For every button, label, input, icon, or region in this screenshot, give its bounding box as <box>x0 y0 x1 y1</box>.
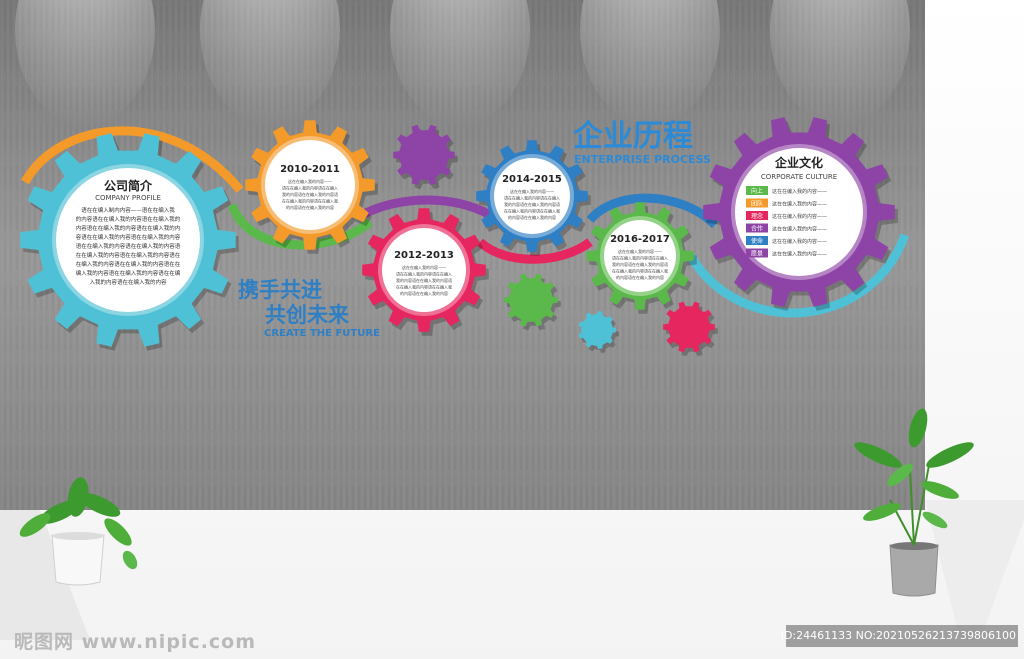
milestone-line: 这在在编入我的内容—— <box>402 264 446 270</box>
milestone-line: 这在在编入我的内容—— <box>288 178 332 184</box>
milestone-year: 2016-2017 <box>610 234 670 245</box>
milestone-2010-2011: 2010-2011 这在在编入我的内容——语在在编入我的内容语在在编入我的内容语在… <box>280 164 340 210</box>
profile-title: 公司简介 <box>104 178 153 193</box>
milestone-line: 这在在编入我的内容—— <box>618 248 662 254</box>
culture-tag: 团队 <box>751 200 763 208</box>
slogan-en: CREATE THE FUTURE <box>264 328 380 339</box>
wall-scene: 企业历程 ENTERPRISE PROCESS 携手共进 共创未来 CREATE… <box>0 0 1024 659</box>
milestone-2016-2017: 2016-2017 这在在编入我的内容——语在在编入我的内容语在在编入我的内容语在… <box>610 234 670 280</box>
milestone-year: 2014-2015 <box>502 174 562 185</box>
profile-body: 语在在编入制内内容——语在在编入我的内容语在在编入我的内容语在在编入我的内容语在… <box>76 206 181 286</box>
profile-subtitle: COMPANY PROFILE <box>95 194 161 202</box>
headline-title: 企业历程 <box>573 119 693 154</box>
slogan-line1: 携手共进 <box>238 278 322 302</box>
milestone-line: 我的内容语在在编入我的内容语 <box>504 201 560 207</box>
profile-line: 在在编入我的内容语在在编入我的内容语在 <box>76 251 181 259</box>
culture-subtitle: CORPORATE CULTURE <box>761 173 837 181</box>
culture-tag: 理念 <box>751 212 763 220</box>
milestone-2014-2015: 2014-2015 这在在编入我的内容——语在在编入我的内容语在在编入我的内容语在… <box>502 174 562 220</box>
milestone-line: 我的内容语在在编入我的内容语 <box>396 277 452 283</box>
milestone-line: 在在编入我的内容语在在编入我 <box>612 268 668 274</box>
culture-text: 这在在编入我的内容—— <box>772 251 827 258</box>
milestone-year: 2012-2013 <box>394 250 454 261</box>
slogan-line2: 共创未来 <box>265 303 350 327</box>
culture-tag: 向上 <box>751 187 763 195</box>
watermark-id: ID:24461133 NO:20210526213739806100 <box>780 629 1016 642</box>
culture-tag: 使命 <box>751 237 763 245</box>
culture-text: 这在在编入我的内容—— <box>772 213 827 220</box>
culture-tag: 合作 <box>751 225 763 233</box>
profile-line: 容语在在编入我的内容语在在编入我的内容 <box>76 233 181 241</box>
milestone-line: 的内容语在在编入我的内容 <box>400 290 448 296</box>
profile-line: 语在在编入制内内容——语在在编入我 <box>81 206 175 214</box>
milestone-year: 2010-2011 <box>280 164 340 175</box>
profile-line: 编入我的内容语在在编入我的内容语在在编 <box>76 269 181 277</box>
milestone-line: 在在编入我的内容语在在编入我 <box>396 284 452 290</box>
profile-line: 的内容语在在编入我的内容语在在编入我的 <box>76 215 181 223</box>
profile-line: 内容语在在编入我的内容语在在编入我的内 <box>76 224 181 232</box>
milestone-line: 语在在编入我的内容语在在编入 <box>504 195 560 201</box>
culture-text: 这在在编入我的内容—— <box>772 188 827 195</box>
milestone-line: 我的内容语在在编入我的内容语 <box>612 261 668 267</box>
headline-subtitle: ENTERPRISE PROCESS <box>574 153 711 166</box>
milestone-line: 语在在编入我的内容语在在编入 <box>612 255 668 261</box>
milestone-line: 我的内容语在在编入我的内容语 <box>282 191 338 197</box>
milestone-line: 这在在编入我的内容—— <box>510 188 554 194</box>
culture-title: 企业文化 <box>774 155 823 170</box>
milestone-2012-2013: 2012-2013 这在在编入我的内容——语在在编入我的内容语在在编入我的内容语在… <box>394 250 454 296</box>
milestone-line: 的内容语在在编入我的内容 <box>616 274 664 280</box>
profile-line: 语在在编入我的内容语在在编入我的内容语 <box>76 242 181 250</box>
profile-line: 入我的内容语在在编入我的内容 <box>89 278 167 286</box>
culture-text: 这在在编入我的内容—— <box>772 201 827 208</box>
profile-line: 在编入我的内容语在在编入我的内容语在在 <box>76 260 181 268</box>
milestone-line: 语在在编入我的内容语在在编入 <box>396 271 452 277</box>
milestone-line: 在在编入我的内容语在在编入我 <box>282 198 338 204</box>
milestone-line: 的内容语在在编入我的内容 <box>508 214 556 220</box>
watermark-site: 昵图网 www.nipic.com <box>14 631 257 653</box>
milestone-line: 在在编入我的内容语在在编入我 <box>504 208 560 214</box>
milestone-line: 的内容语在在编入我的内容 <box>286 204 334 210</box>
milestone-line: 语在在编入我的内容语在在编入 <box>282 185 338 191</box>
culture-text: 这在在编入我的内容—— <box>772 238 827 245</box>
culture-tag: 愿景 <box>751 251 763 258</box>
culture-text: 这在在编入我的内容—— <box>772 226 827 233</box>
